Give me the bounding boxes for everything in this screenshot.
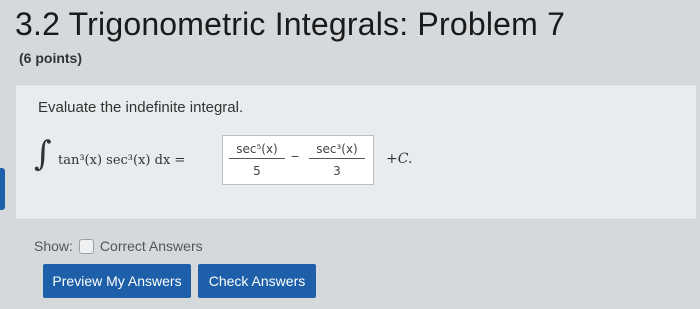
integrand: tan³(x) sec³(x) dx = (58, 153, 186, 168)
fraction-1-denominator: 5 (253, 164, 261, 178)
answer-fraction-2: sec³(x) 3 (309, 140, 365, 178)
show-options: Show: Correct Answers (34, 238, 203, 254)
fraction-2-denominator: 3 (333, 164, 341, 178)
correct-answers-checkbox[interactable] (78, 238, 94, 254)
preview-answers-button[interactable]: Preview My Answers (43, 264, 191, 298)
page-title: 3.2 Trigonometric Integrals: Problem 7 (15, 6, 566, 42)
answer-fraction-1: sec⁵(x) 5 (229, 140, 285, 178)
answer-input[interactable]: sec⁵(x) 5 − sec³(x) 3 (222, 135, 374, 185)
integral-expression: ∫ tan³(x) sec³(x) dx = sec⁵(x) 5 − sec³(… (34, 135, 434, 187)
show-label: Show: (34, 238, 73, 254)
left-accent-bar (0, 168, 5, 210)
points-label: (6 points) (19, 50, 82, 66)
minus-operator: − (291, 148, 300, 164)
constant-of-integration: +C. (386, 151, 413, 167)
problem-panel: Evaluate the indefinite integral. ∫ tan³… (16, 84, 696, 220)
correct-answers-label[interactable]: Correct Answers (100, 238, 203, 254)
fraction-2-numerator: sec³(x) (309, 140, 365, 159)
integral-sign: ∫ (34, 134, 52, 174)
fraction-1-numerator: sec⁵(x) (229, 140, 285, 159)
problem-prompt: Evaluate the indefinite integral. (38, 99, 244, 116)
check-answers-button[interactable]: Check Answers (198, 264, 316, 298)
